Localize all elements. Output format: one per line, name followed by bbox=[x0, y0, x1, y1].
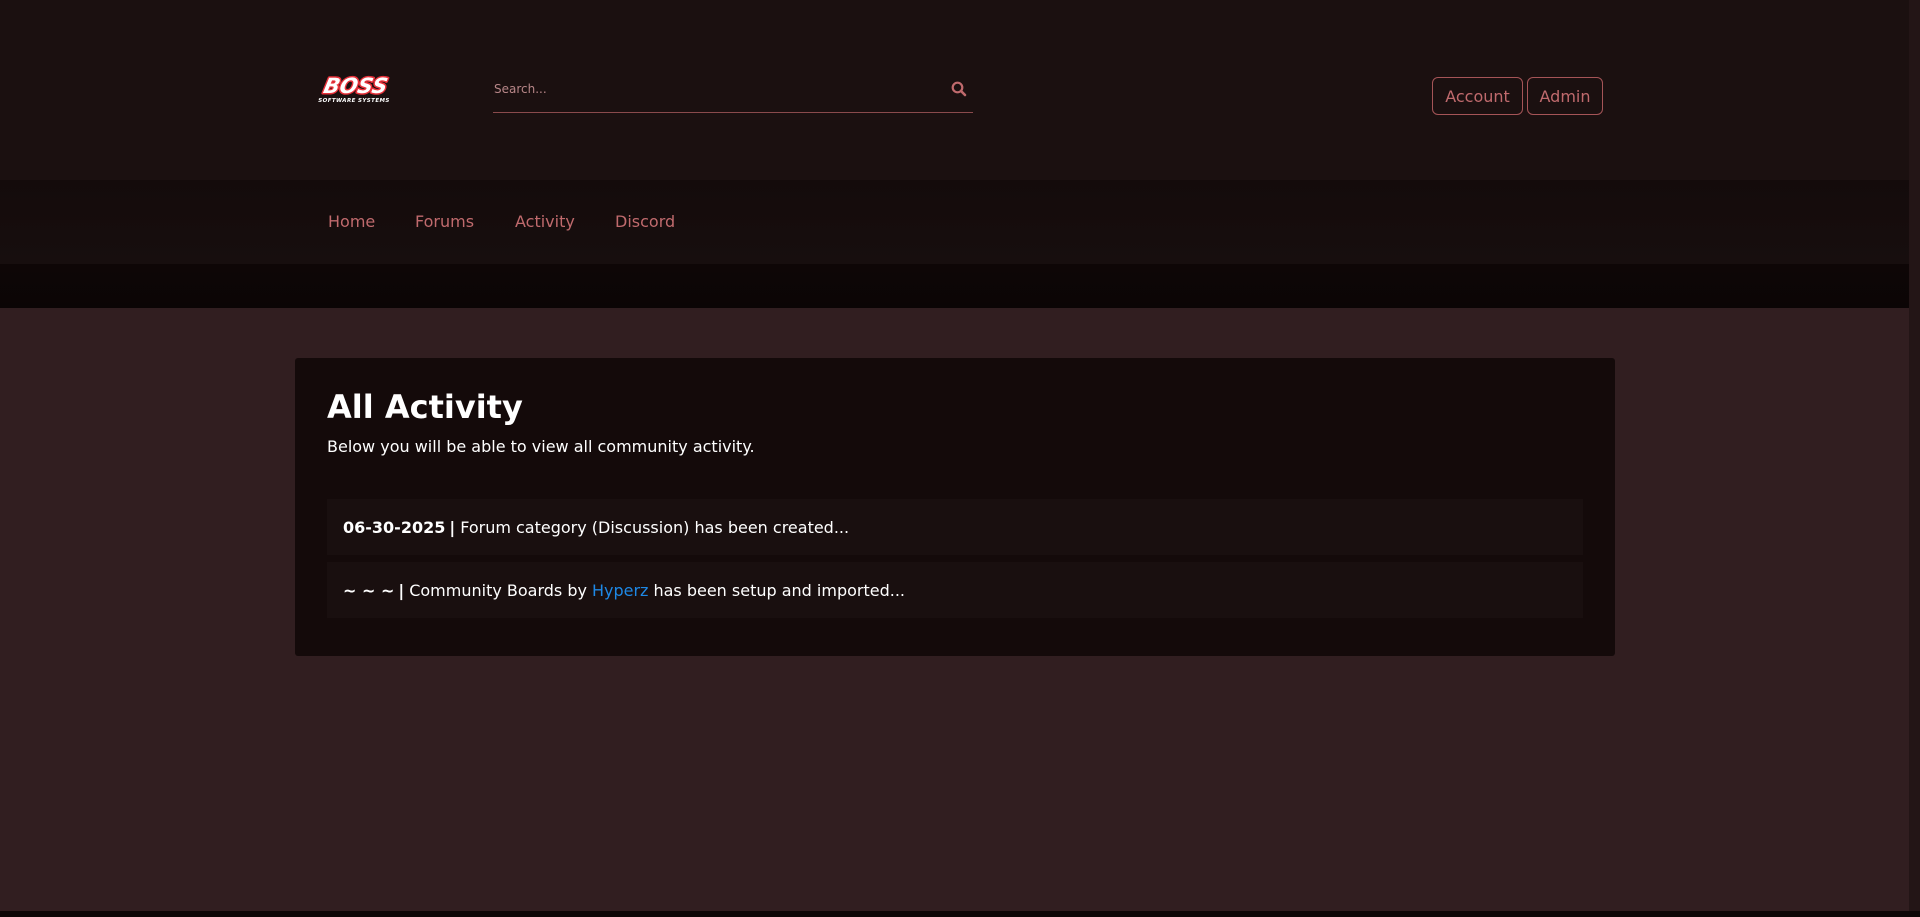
activity-item: ~ ~ ~ | Community Boards by Hyperz has b… bbox=[327, 562, 1583, 618]
scrollbar[interactable] bbox=[1909, 0, 1920, 911]
search-icon[interactable] bbox=[950, 80, 968, 98]
search-input[interactable] bbox=[493, 70, 933, 108]
admin-button[interactable]: Admin bbox=[1527, 77, 1603, 115]
account-button[interactable]: Account bbox=[1432, 77, 1523, 115]
activity-text: Forum category (Discussion) has been cre… bbox=[460, 517, 850, 537]
activity-separator: | bbox=[449, 517, 456, 537]
window-bottom-edge bbox=[0, 911, 1920, 917]
search-bar bbox=[493, 70, 973, 113]
page-viewport: BOSS BOSS SOFTWARE SYSTEMS Account Admin… bbox=[0, 0, 1909, 911]
activity-text: has been setup and imported... bbox=[653, 580, 905, 600]
nav-item-discord[interactable]: Discord bbox=[615, 212, 675, 231]
site-logo[interactable]: BOSS BOSS SOFTWARE SYSTEMS bbox=[309, 73, 401, 105]
page-title: All Activity bbox=[327, 388, 523, 426]
boss-logo-image: BOSS BOSS SOFTWARE SYSTEMS bbox=[318, 73, 391, 104]
svg-text:BOSS: BOSS bbox=[321, 75, 390, 99]
main-nav bbox=[0, 180, 1909, 308]
activity-date: 06-30-2025 bbox=[343, 517, 446, 537]
page-subtitle: Below you will be able to view all commu… bbox=[327, 437, 755, 456]
activity-card: All Activity Below you will be able to v… bbox=[295, 358, 1615, 656]
activity-separator: | bbox=[398, 580, 405, 600]
author-link-hyperz[interactable]: Hyperz bbox=[592, 581, 648, 600]
activity-text: Community Boards by bbox=[409, 580, 587, 600]
nav-item-home[interactable]: Home bbox=[328, 212, 375, 231]
activity-item: 06-30-2025 | Forum category (Discussion)… bbox=[327, 499, 1583, 555]
activity-date: ~ ~ ~ bbox=[343, 580, 395, 600]
site-header: BOSS BOSS SOFTWARE SYSTEMS Account Admin bbox=[0, 0, 1909, 180]
nav-item-forums[interactable]: Forums bbox=[415, 212, 474, 231]
svg-text:SOFTWARE SYSTEMS: SOFTWARE SYSTEMS bbox=[318, 98, 389, 104]
nav-item-activity[interactable]: Activity bbox=[515, 212, 575, 231]
